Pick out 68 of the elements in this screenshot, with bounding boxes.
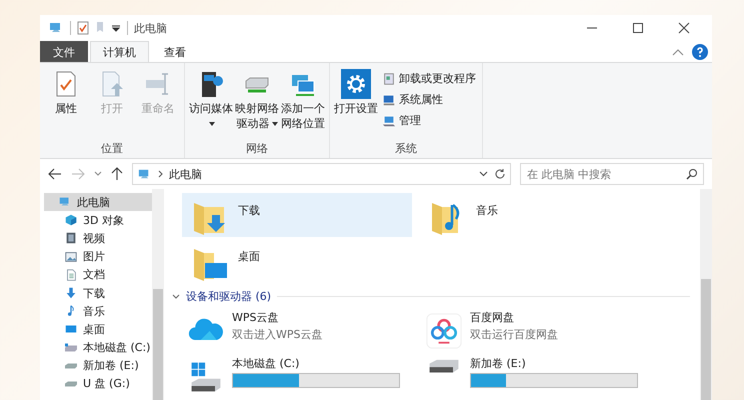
device-item[interactable]: 本地磁盘 (C:) (182, 353, 412, 397)
nav-item[interactable]: 图片 (44, 248, 152, 266)
device-item[interactable]: 新加卷 (E:) (420, 353, 650, 397)
group-label: 网络 (246, 141, 268, 156)
search-field[interactable]: 在 此电脑 中搜索 (520, 163, 704, 185)
nav-item[interactable]: 视频 (44, 229, 152, 248)
settings-icon (341, 69, 371, 99)
device-item[interactable]: 百度网盘 双击运行百度网盘 (420, 307, 650, 351)
address-bar[interactable]: 此电脑 (132, 163, 511, 185)
nav-item[interactable]: 本地磁盘 (C:) (44, 338, 152, 357)
breadcrumb-chevron-icon[interactable] (158, 170, 163, 178)
ribbon-button[interactable]: 添加一个网络位置 (281, 67, 325, 141)
drive-icon (64, 380, 78, 387)
dropdown-caret-icon (209, 122, 215, 126)
ribbon-tab[interactable]: 文件 (40, 41, 88, 62)
group-label: 系统 (395, 141, 417, 156)
cloud-logo-icon (426, 313, 462, 349)
pin-icon (95, 21, 105, 35)
nav-item[interactable]: 桌面 (44, 320, 152, 338)
ribbon-button[interactable]: 系统属性 (380, 90, 478, 109)
dropdown-caret-icon (272, 122, 278, 126)
device-item[interactable]: WPS云盘 双击进入WPS云盘 (182, 307, 412, 351)
picture-icon (64, 250, 78, 264)
ribbon-button[interactable]: 打开设置 (334, 67, 378, 141)
nav-item[interactable]: 此电脑 (44, 193, 152, 212)
up-arrow-icon[interactable] (111, 167, 123, 181)
close-icon[interactable] (678, 22, 690, 34)
dropdown-caret-icon[interactable] (111, 23, 121, 33)
nav-item[interactable]: 新加卷 (E:) (44, 356, 152, 375)
window-title: 此电脑 (134, 20, 167, 36)
recent-caret-icon[interactable] (94, 171, 102, 177)
folder-item[interactable]: 音乐 (420, 193, 650, 237)
ribbon-button[interactable]: 映射网络驱动器 (235, 67, 279, 141)
nav-item[interactable]: 下载 (44, 284, 152, 302)
film-icon (64, 231, 78, 246)
section-header[interactable]: 设备和驱动器 (6) (186, 289, 272, 304)
folder-item[interactable]: 下载 (182, 193, 412, 237)
ribbon-tab[interactable]: 计算机 (90, 41, 149, 62)
down-arrow-icon (64, 286, 78, 300)
dropdown-caret-icon[interactable] (479, 171, 488, 177)
maximize-icon[interactable] (632, 22, 644, 34)
ribbon-tab[interactable]: 查看 (151, 41, 199, 62)
computer-management-icon (382, 114, 396, 128)
expand-chevron-icon[interactable] (172, 294, 180, 300)
program-icon (382, 72, 396, 86)
cube-icon (64, 213, 78, 228)
ribbon-button[interactable]: 卸载或更改程序 (380, 69, 478, 88)
search-icon (686, 168, 698, 180)
check-document-icon (77, 21, 89, 35)
group-label: 位置 (101, 141, 123, 156)
scrollbar[interactable] (700, 189, 712, 400)
refresh-icon[interactable] (494, 168, 506, 180)
drive-icon (64, 362, 78, 369)
nav-item[interactable]: 文档 (44, 266, 152, 284)
address-path: 此电脑 (169, 166, 202, 182)
document-icon (64, 268, 78, 282)
ribbon-button[interactable]: 属性 (44, 67, 88, 141)
drive-icon (64, 343, 78, 352)
nav-item[interactable]: U 盘 (G:) (44, 374, 152, 394)
help-icon[interactable] (692, 44, 708, 60)
ribbon-button[interactable]: 管理 (380, 111, 478, 130)
back-arrow-icon[interactable] (48, 168, 62, 180)
nav-item[interactable]: 3D 对象 (44, 211, 152, 230)
nav-item[interactable]: 音乐 (44, 302, 152, 320)
collapse-ribbon-icon[interactable] (672, 46, 684, 56)
folder-item[interactable]: 桌面 (182, 239, 412, 283)
scrollbar[interactable] (152, 189, 164, 400)
ribbon-button[interactable]: 访问媒体 (189, 67, 233, 141)
